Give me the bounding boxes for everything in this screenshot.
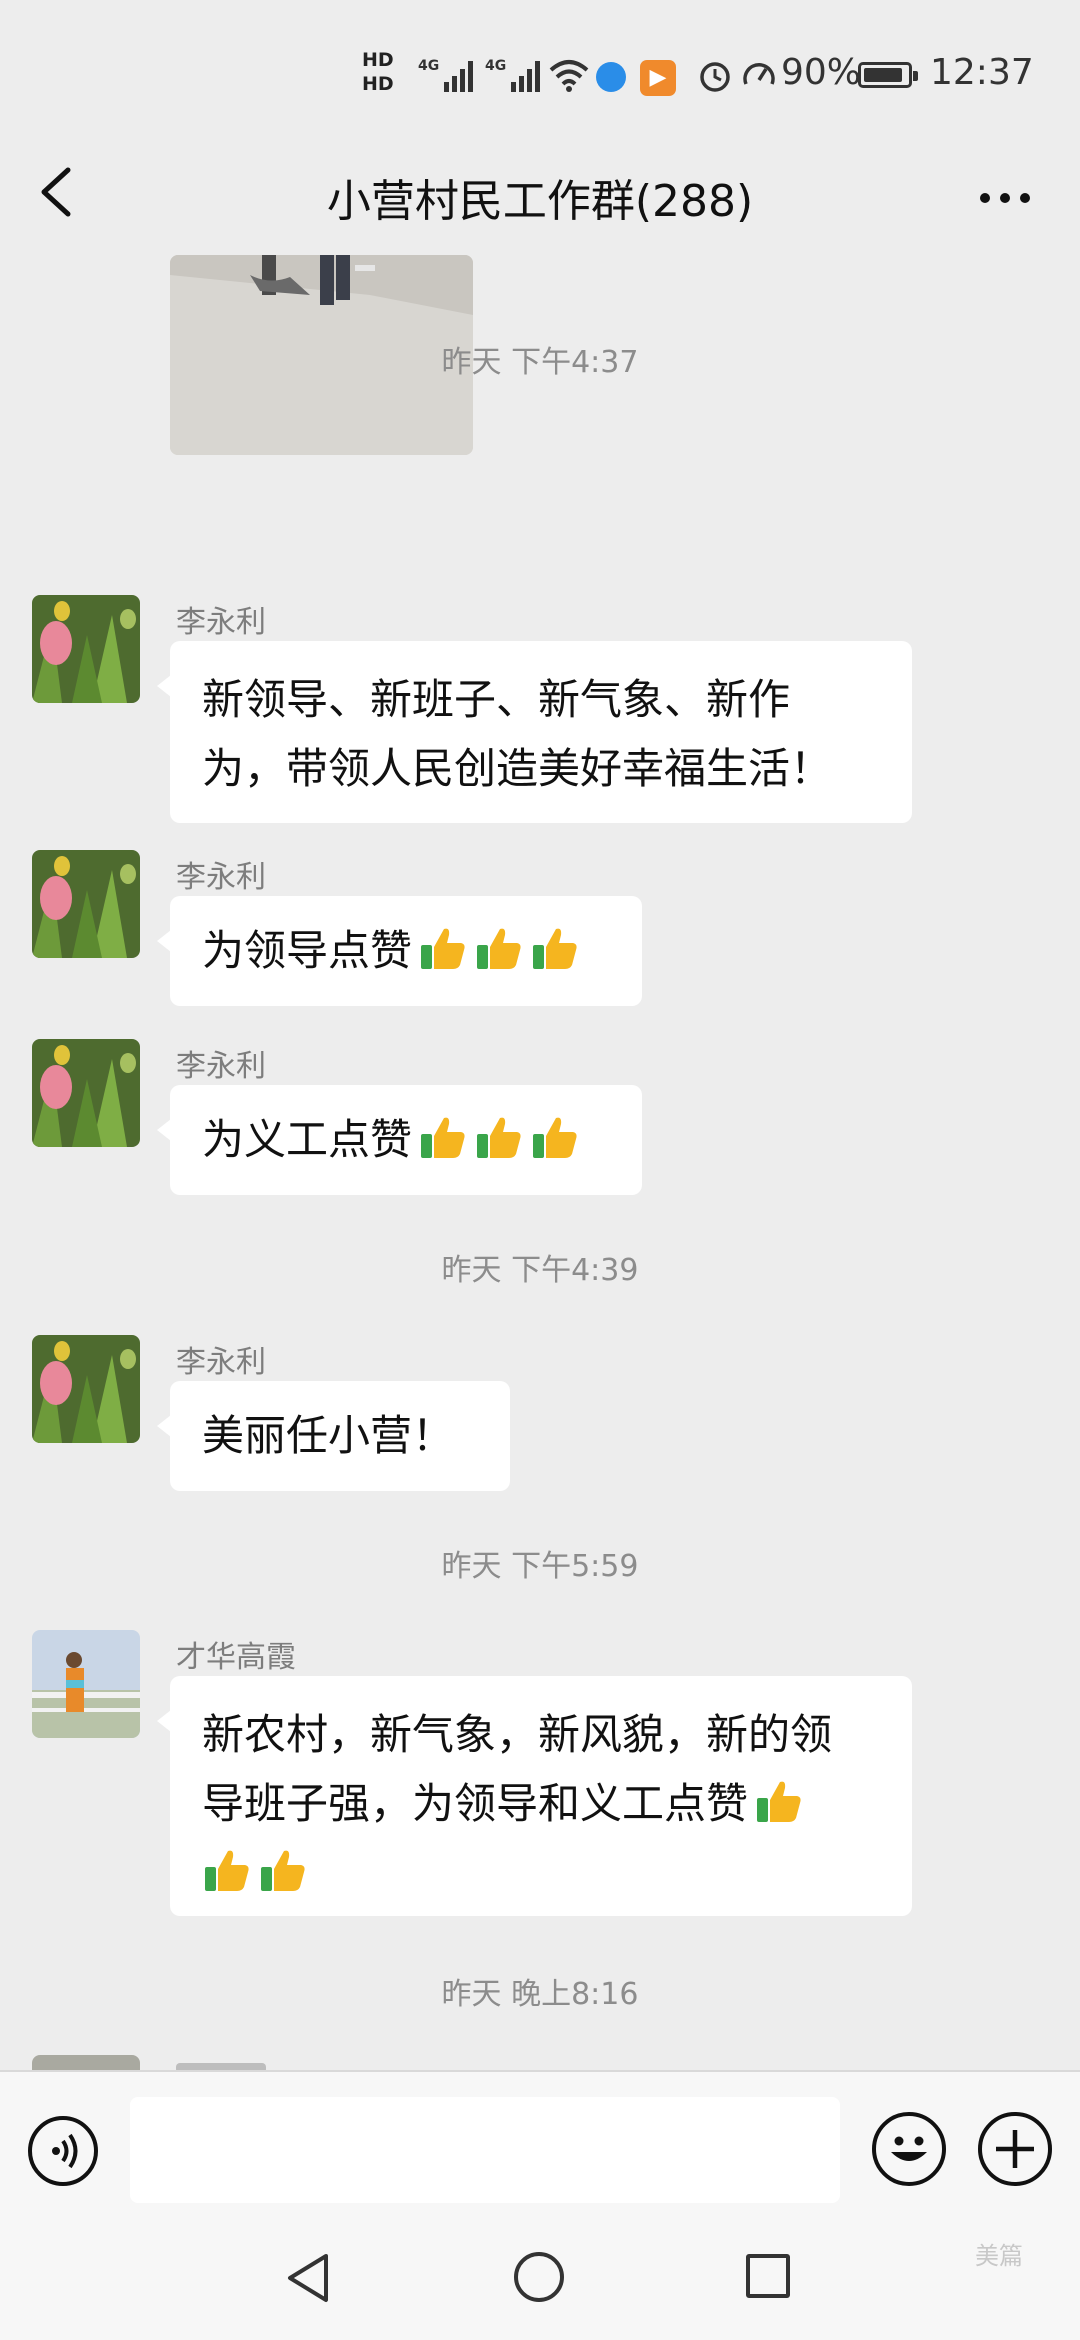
chat-timestamp: 昨天 下午5:59	[441, 1549, 639, 1584]
message-line: 新农村，新气象，新风貌，新的领	[202, 1710, 833, 1759]
tulip-avatar-image	[32, 1335, 140, 1443]
tulip-avatar-image	[32, 1039, 140, 1147]
avatar[interactable]	[32, 2055, 140, 2070]
avatar[interactable]	[32, 595, 140, 703]
watermark: 美篇	[975, 2242, 1023, 2270]
chat-timestamp: 昨天 晚上8:16	[441, 1977, 639, 2012]
browser-icon	[596, 62, 626, 92]
input-bar	[0, 2070, 1080, 2232]
hd2-label: HD	[362, 73, 394, 95]
alarm-icon	[700, 62, 730, 92]
video-app-icon: ▶	[640, 60, 676, 96]
nav-recents-button[interactable]	[746, 2254, 790, 2298]
sender-name: 李永利	[176, 1049, 266, 1084]
chat-list[interactable]: 昨天 下午4:37 李永利 新领导、新班子、新气象、新作 为，带领人民创造美好幸…	[0, 255, 1080, 2070]
thumbs-up-emoji-icon	[412, 926, 580, 975]
sig1-label: 4G	[418, 58, 439, 74]
tulip-avatar-image	[32, 595, 140, 703]
message-bubble[interactable]: 新领导、新班子、新气象、新作 为，带领人民创造美好幸福生活！	[157, 641, 912, 823]
message-text: 美丽任小营！	[202, 1411, 455, 1460]
speedometer-icon	[743, 63, 775, 85]
tulip-avatar-image	[32, 850, 140, 958]
sig2-label: 4G	[485, 58, 506, 74]
chat-timestamp: 昨天 下午4:39	[441, 1253, 639, 1288]
message-text: 为义工点赞	[202, 1115, 413, 1164]
voice-input-button[interactable]	[28, 2116, 98, 2186]
thumbs-up-emoji-icon	[748, 1779, 804, 1828]
system-nav-bar	[0, 2230, 1080, 2340]
sender-name: 才华高霞	[176, 1640, 296, 1675]
avatar[interactable]	[32, 1335, 140, 1443]
battery-icon	[858, 62, 918, 88]
page-title: 小营村民工作群(288)	[326, 176, 754, 227]
battery-percent: 90%	[781, 52, 862, 93]
message-input[interactable]	[130, 2097, 840, 2203]
avatar[interactable]	[32, 1630, 140, 1738]
more-button[interactable]	[970, 160, 1040, 220]
hd1-label: HD	[362, 49, 394, 71]
chat-timestamp: 昨天 下午4:37	[441, 345, 639, 380]
message-bubble[interactable]: 为领导点赞	[157, 896, 642, 1006]
nav-back-icon[interactable]	[282, 2250, 334, 2306]
message-line: 为，带领人民创造美好幸福生活！	[202, 744, 833, 793]
voice-icon	[52, 2133, 78, 2169]
signal-icon: 4G	[485, 58, 540, 92]
avatar[interactable]	[32, 850, 140, 958]
sender-name: 李永利	[176, 860, 266, 895]
smiley-icon	[891, 2136, 927, 2161]
more-actions-button[interactable]	[978, 2112, 1052, 2186]
message-bubble[interactable]: 美丽任小营！	[157, 1381, 510, 1491]
plus-icon	[996, 2130, 1034, 2168]
wifi-icon	[549, 60, 589, 92]
hd-indicator: HD HD	[362, 48, 408, 96]
avatar[interactable]	[32, 1039, 140, 1147]
message-bubble[interactable]: 新农村，新气象，新风貌，新的领 导班子强，为领导和义工点赞	[157, 1676, 912, 1916]
sender-name: 李永利	[176, 1345, 266, 1380]
thumbs-up-emoji-icon	[196, 1838, 880, 1907]
clock: 12:37	[930, 52, 1034, 93]
emoji-button[interactable]	[872, 2112, 946, 2186]
nav-home-button[interactable]	[514, 2252, 564, 2302]
sender-name-partial	[176, 2063, 266, 2070]
person-avatar-image	[32, 1630, 140, 1738]
message-line: 导班子强，为领导和义工点赞	[202, 1779, 749, 1828]
message-line: 新领导、新班子、新气象、新作	[202, 675, 791, 724]
battery-fill	[864, 68, 902, 82]
message-text: 为领导点赞	[202, 926, 413, 975]
signal-icon: 4G	[418, 58, 473, 92]
sender-name: 李永利	[176, 605, 266, 640]
status-bar: HD HD 4G 4G ▶ 90% 12:37	[0, 0, 1080, 150]
more-icon	[980, 193, 1030, 203]
thumbs-up-emoji-icon	[412, 1115, 580, 1164]
message-bubble[interactable]: 为义工点赞	[157, 1085, 642, 1195]
